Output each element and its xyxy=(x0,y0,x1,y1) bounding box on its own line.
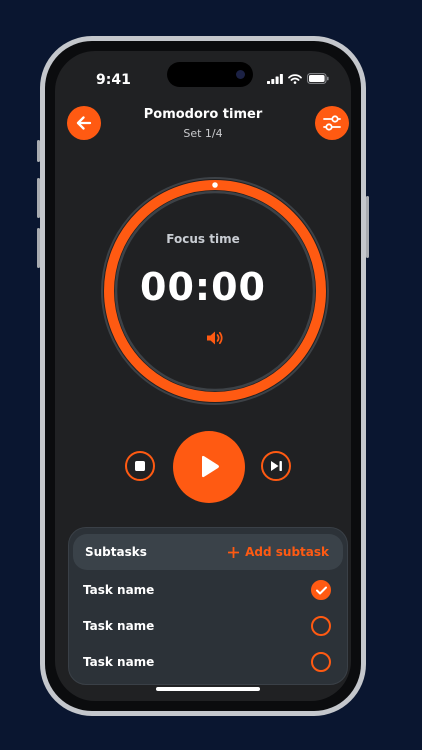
status-time: 9:41 xyxy=(96,72,131,88)
task-row[interactable]: Task name xyxy=(83,650,331,674)
home-indicator[interactable] xyxy=(156,687,260,691)
task-row[interactable]: Task name xyxy=(83,578,331,602)
add-subtask-button[interactable]: Add subtask xyxy=(228,545,329,559)
speaker-icon xyxy=(207,331,223,345)
task-name: Task name xyxy=(83,619,155,633)
dynamic-island xyxy=(167,62,253,87)
settings-button[interactable] xyxy=(315,106,349,140)
battery-icon xyxy=(307,73,329,84)
skip-next-button[interactable] xyxy=(261,451,291,481)
time-display: 00:00 xyxy=(140,265,266,309)
subtasks-title: Subtasks xyxy=(85,545,147,559)
phone-power-button xyxy=(366,196,369,258)
add-subtask-label: Add subtask xyxy=(245,545,329,559)
wifi-icon xyxy=(288,73,302,84)
task-checkbox[interactable] xyxy=(311,616,331,636)
signal-icon xyxy=(267,73,283,84)
skip-next-icon xyxy=(270,461,282,471)
page-title: Pomodoro timer xyxy=(143,107,263,122)
task-row[interactable]: Task name xyxy=(83,614,331,638)
camera-icon xyxy=(236,70,245,79)
phone-bezel: 9:41 Pomodoro timer Set 1/4 Focus time 0… xyxy=(45,41,361,711)
focus-label: Focus time xyxy=(166,232,240,246)
stop-button[interactable] xyxy=(125,451,155,481)
task-checkbox-checked[interactable] xyxy=(311,580,331,600)
subtasks-card: Subtasks Add subtask Task name Task name… xyxy=(68,527,348,685)
subtasks-header: Subtasks Add subtask xyxy=(73,534,343,570)
task-name: Task name xyxy=(83,583,155,597)
sliders-icon xyxy=(323,115,341,131)
check-icon xyxy=(315,586,327,594)
play-icon xyxy=(202,455,219,478)
stop-icon xyxy=(135,461,145,471)
phone-frame: 9:41 Pomodoro timer Set 1/4 Focus time 0… xyxy=(40,36,366,716)
status-icons xyxy=(267,73,329,84)
task-name: Task name xyxy=(83,655,155,669)
task-checkbox[interactable] xyxy=(311,652,331,672)
timer-progress-knob[interactable] xyxy=(210,180,220,190)
sound-toggle[interactable] xyxy=(206,330,224,350)
app-screen: 9:41 Pomodoro timer Set 1/4 Focus time 0… xyxy=(55,51,351,701)
set-counter: Set 1/4 xyxy=(183,127,223,140)
plus-icon xyxy=(228,546,240,558)
play-button[interactable] xyxy=(173,431,245,503)
